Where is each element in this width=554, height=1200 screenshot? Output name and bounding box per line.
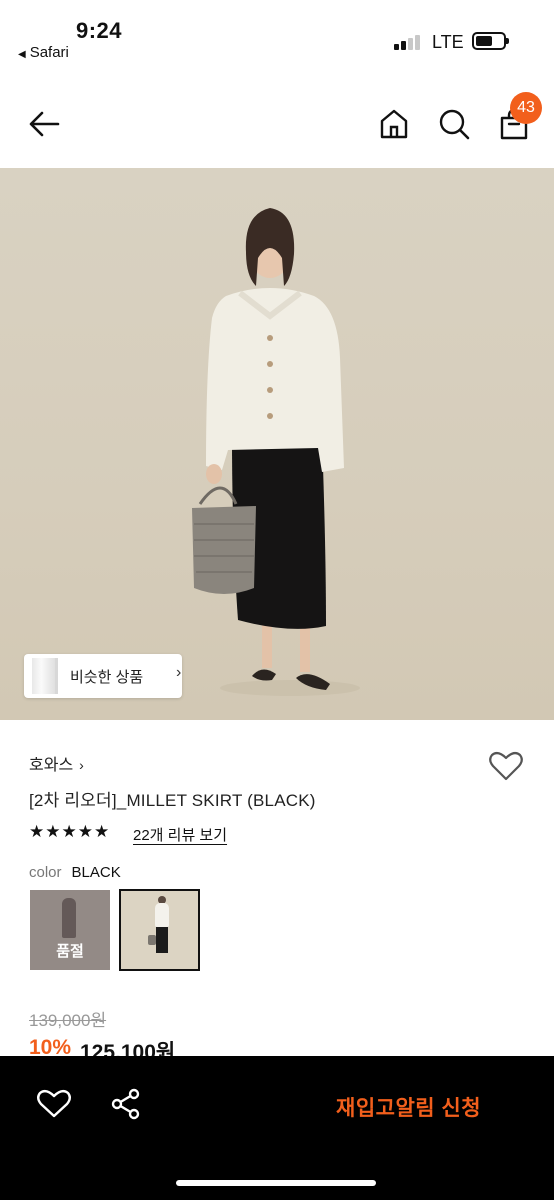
similar-products-button[interactable]: 비슷한 상품 ›: [24, 654, 182, 698]
product-image[interactable]: [0, 168, 554, 720]
status-bar: 9:24 ◀ Safari LTE: [0, 0, 554, 80]
original-price: 139,000원: [29, 1011, 107, 1030]
color-row: color BLACK: [29, 864, 121, 881]
chevron-right-icon: ›: [79, 757, 84, 773]
search-icon[interactable]: [436, 106, 472, 142]
restock-alert-button[interactable]: 재입고알림 신청: [336, 1092, 481, 1122]
back-to-safari-link[interactable]: ◀ Safari: [18, 44, 69, 61]
similar-products-label: 비슷한 상품: [70, 669, 144, 686]
heart-icon[interactable]: [488, 750, 524, 782]
model-photo: [192, 208, 360, 696]
network-label: LTE: [432, 32, 464, 52]
cart-count-badge: 43: [510, 92, 542, 124]
color-value: BLACK: [71, 864, 121, 881]
color-swatch-sold-out[interactable]: 품절: [30, 890, 110, 970]
signal-icon: [394, 34, 422, 50]
chevron-right-icon: ›: [176, 664, 182, 681]
back-app-label: Safari: [29, 44, 69, 61]
product-title: [2차 리오더]_MILLET SKIRT (BLACK): [29, 791, 316, 810]
similar-products-thumbnail: [32, 658, 58, 694]
color-label: color: [29, 864, 62, 881]
brand-link[interactable]: 호와스 ›: [29, 751, 84, 775]
battery-icon: [472, 32, 509, 50]
brand-name: 호와스: [29, 757, 74, 774]
sold-out-label: 품절: [56, 943, 84, 960]
star-rating-icon: ★★★★★: [29, 822, 111, 841]
heart-icon[interactable]: [36, 1088, 72, 1120]
status-time: 9:24: [76, 18, 123, 43]
home-icon[interactable]: [376, 106, 412, 142]
home-indicator: [176, 1180, 376, 1186]
arrow-left-icon[interactable]: [26, 106, 62, 142]
back-triangle-icon: ◀: [18, 49, 26, 60]
color-swatch-black-selected[interactable]: [119, 889, 200, 971]
share-icon[interactable]: [110, 1088, 142, 1120]
review-link[interactable]: 22개 리뷰 보기: [133, 824, 227, 845]
top-nav: [0, 80, 554, 168]
bottom-action-bar: 재입고알림 신청: [0, 1056, 554, 1200]
